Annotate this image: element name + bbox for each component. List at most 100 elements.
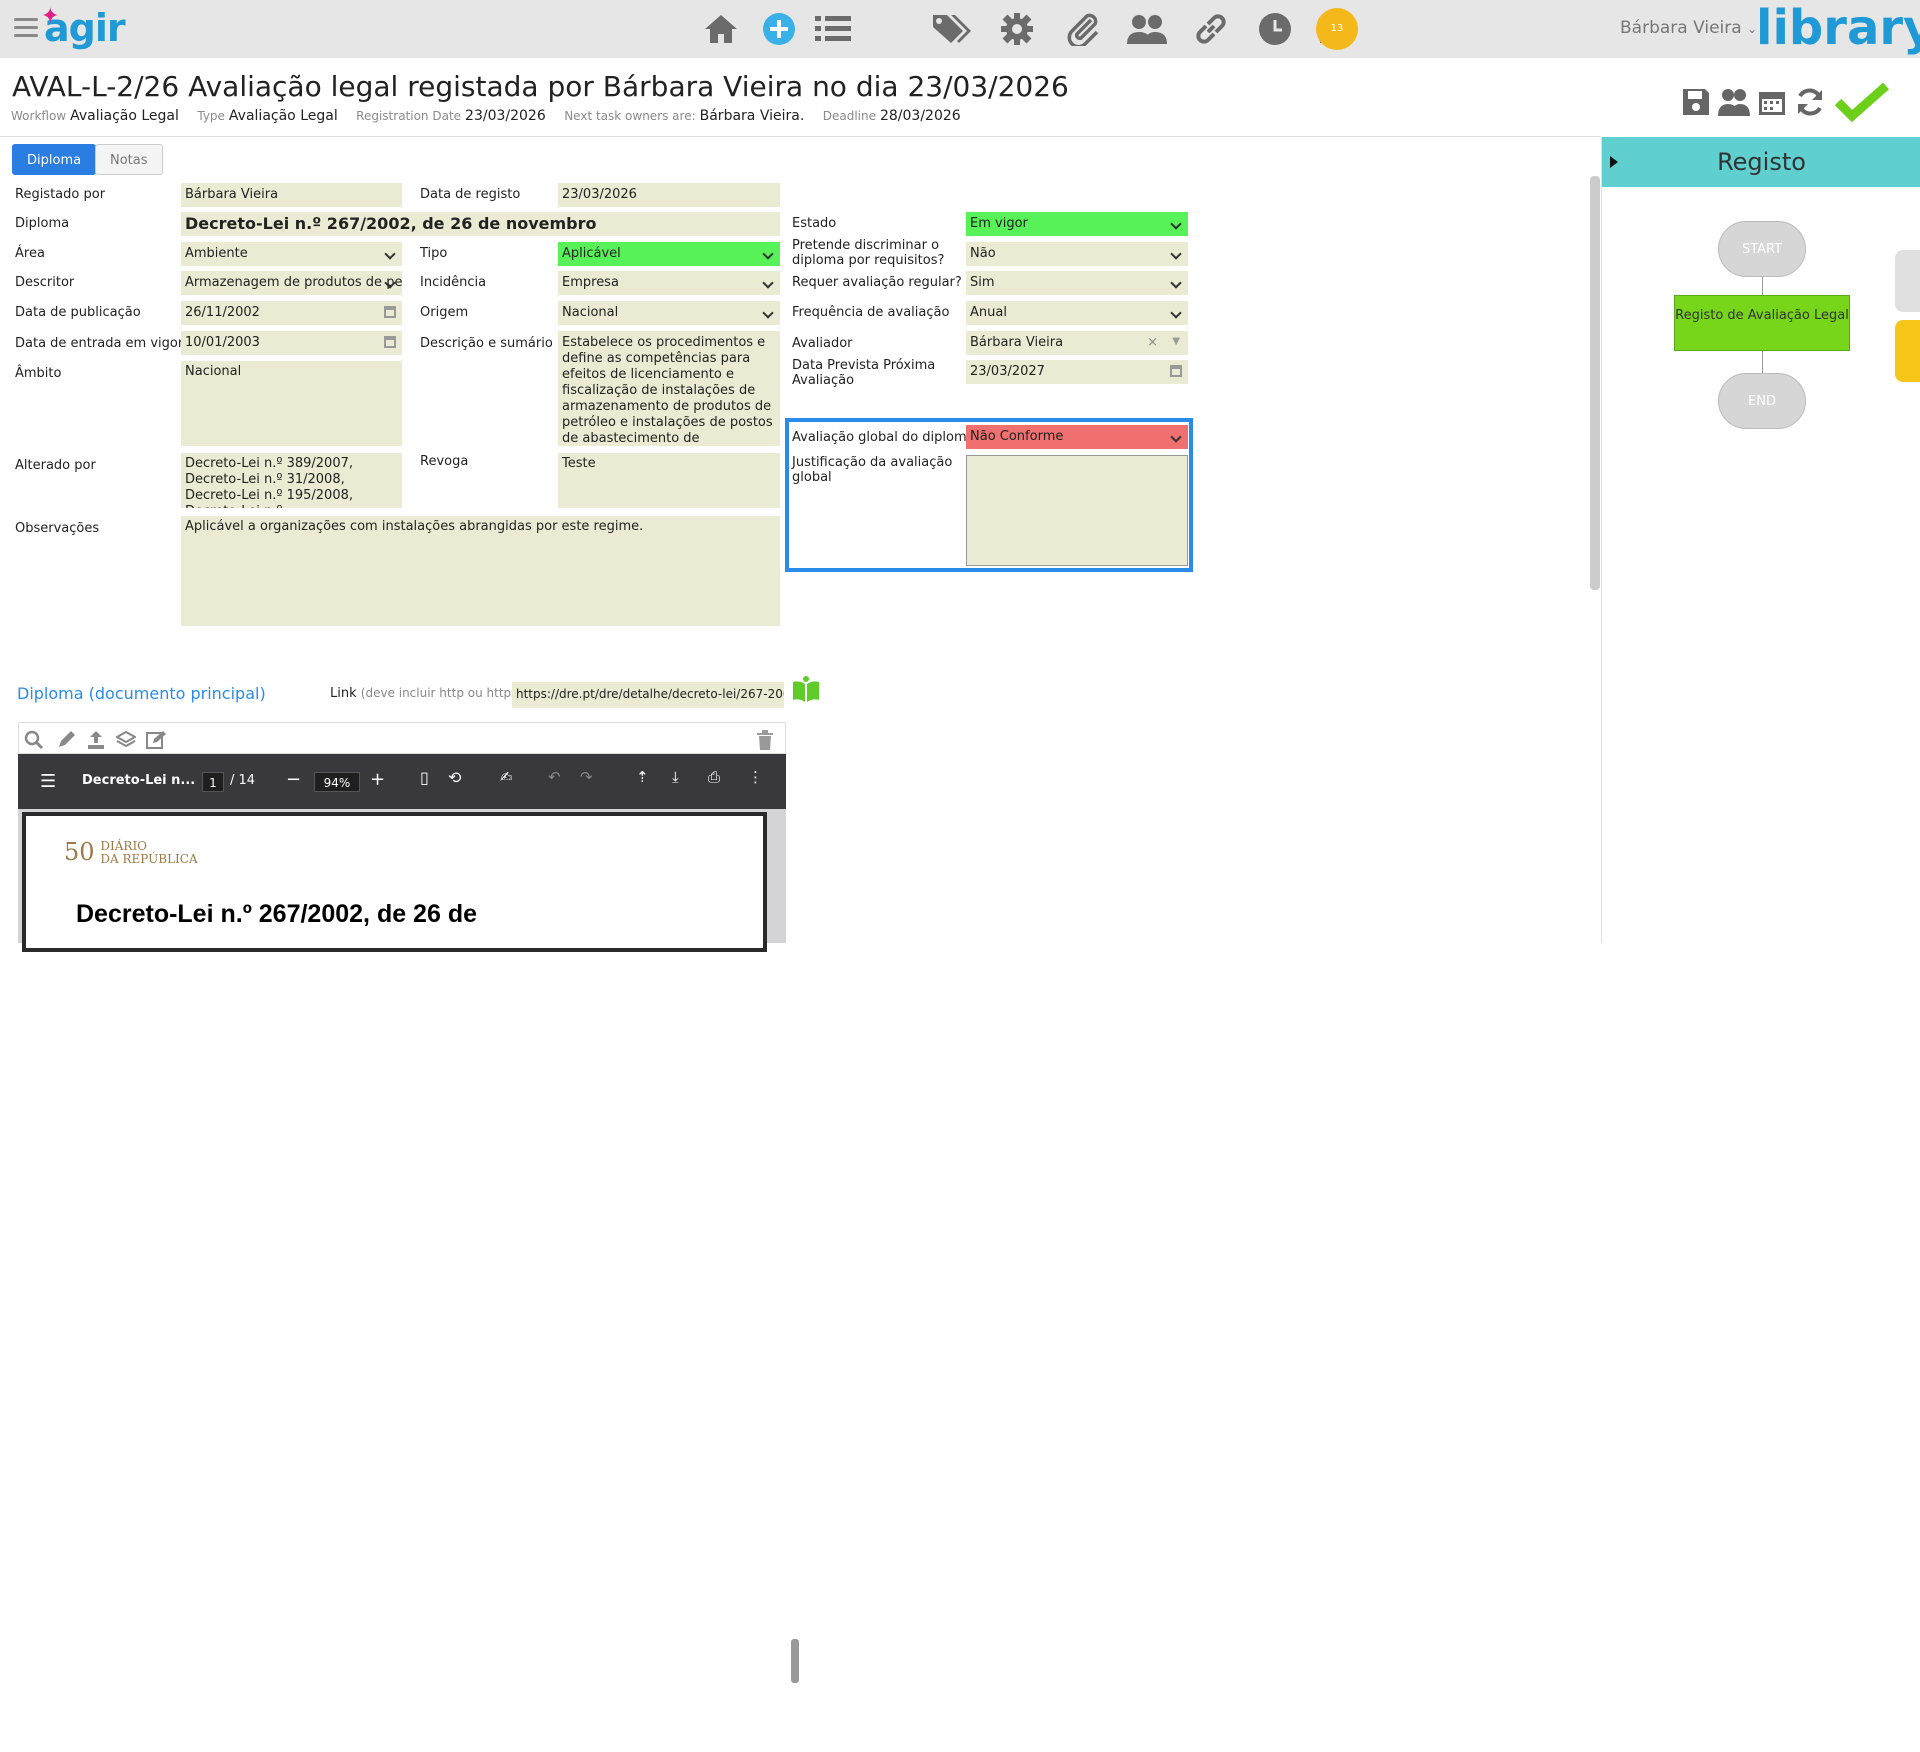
- collapse-triangle-icon[interactable]: [1610, 156, 1618, 168]
- link-input[interactable]: https://dre.pt/dre/detalhe/decreto-lei/2…: [512, 682, 784, 708]
- rotate-icon[interactable]: ⟲: [448, 768, 461, 787]
- calendar-icon[interactable]: [1752, 82, 1792, 122]
- trash-icon[interactable]: [754, 729, 776, 751]
- label-incidencia: Incidência: [420, 275, 487, 290]
- discriminar-select[interactable]: Não: [966, 242, 1188, 266]
- avaliacao-global-select[interactable]: Não Conforme: [966, 425, 1188, 449]
- main-scrollbar[interactable]: [1590, 176, 1600, 590]
- meta-key: Deadline: [822, 109, 876, 123]
- divider: [0, 136, 1600, 137]
- refresh-icon[interactable]: [1790, 82, 1830, 122]
- workflow-panel-title: Registo: [1717, 148, 1806, 176]
- list-icon[interactable]: [812, 8, 854, 50]
- estado-select[interactable]: Em vigor: [966, 212, 1188, 236]
- clear-icon[interactable]: ×: [1147, 334, 1158, 352]
- ambito-textarea[interactable]: Nacional: [181, 361, 402, 446]
- upload-icon[interactable]: [85, 729, 107, 751]
- users-assign-icon[interactable]: [1714, 82, 1754, 122]
- origem-select[interactable]: Nacional: [558, 301, 780, 325]
- label-diploma: Diploma: [15, 216, 70, 231]
- save-drive-icon[interactable]: ⇡: [636, 768, 649, 786]
- diploma-field[interactable]: Decreto-Lei n.º 267/2002, de 26 de novem…: [181, 212, 780, 236]
- annotate-icon[interactable]: ✍: [500, 768, 513, 786]
- user-name: Bárbara Vieira: [1620, 18, 1742, 38]
- zoom-in-icon[interactable]: +: [370, 769, 385, 790]
- more-icon[interactable]: ⋮: [748, 768, 763, 786]
- menu-icon[interactable]: [14, 18, 38, 40]
- open-book-icon[interactable]: [792, 676, 820, 708]
- zoom-out-icon[interactable]: −: [286, 769, 301, 790]
- save-icon[interactable]: [1676, 82, 1716, 122]
- tab-notas[interactable]: Notas: [95, 144, 163, 175]
- pdf-page-input[interactable]: 1: [202, 772, 224, 792]
- download-icon[interactable]: ⤓: [672, 768, 679, 786]
- data-prevista-field[interactable]: 23/03/2027: [966, 360, 1188, 384]
- tipo-select[interactable]: Aplicável: [558, 242, 780, 266]
- gear-icon[interactable]: [996, 8, 1038, 50]
- pdf-title: Decreto-Lei n...: [82, 773, 196, 788]
- notes-tab-icon[interactable]: [1895, 320, 1920, 382]
- workflow-end-node[interactable]: END: [1718, 373, 1806, 429]
- print-icon[interactable]: ⎙: [708, 768, 720, 786]
- caret-down-icon[interactable]: ▼: [1172, 333, 1180, 351]
- clock-icon[interactable]: [1254, 8, 1296, 50]
- justificacao-textarea[interactable]: [966, 455, 1188, 566]
- user-menu[interactable]: Bárbara Vieira ⌄: [1620, 18, 1757, 38]
- label-discriminar: Pretende discriminar o diploma por requi…: [792, 238, 945, 268]
- data-publicacao-field[interactable]: 26/11/2002: [181, 301, 402, 325]
- workflow-panel-header[interactable]: Registo: [1602, 137, 1920, 187]
- complete-check-icon[interactable]: [1832, 82, 1892, 122]
- frequencia-select[interactable]: Anual: [966, 301, 1188, 325]
- data-registo-field[interactable]: 23/03/2026: [558, 183, 780, 207]
- home-icon[interactable]: [700, 8, 742, 50]
- users-icon[interactable]: [1126, 8, 1168, 50]
- link-label: Link (deve incluir http ou https): [330, 686, 522, 701]
- layers-icon[interactable]: [115, 729, 137, 751]
- descricao-textarea[interactable]: Estabelece os procedimentos e define as …: [558, 331, 780, 446]
- plus-icon[interactable]: [758, 8, 800, 50]
- alterado-por-textarea[interactable]: Decreto-Lei n.º 389/2007, Decreto-Lei n.…: [181, 453, 402, 508]
- label-frequencia: Frequência de avaliação: [792, 305, 950, 320]
- workflow-task-node[interactable]: Registo de Avaliação Legal: [1674, 295, 1850, 351]
- label-ambito: Âmbito: [15, 366, 62, 381]
- data-entrada-field[interactable]: 10/01/2003: [181, 331, 402, 355]
- fit-page-icon[interactable]: ▯: [420, 768, 429, 787]
- tab-diploma[interactable]: Diploma: [12, 144, 97, 175]
- calendar-icon[interactable]: [384, 306, 396, 318]
- document-toolbar: [18, 722, 786, 754]
- pencil-icon[interactable]: [55, 729, 77, 751]
- link-icon[interactable]: [1190, 8, 1232, 50]
- calendar-icon[interactable]: [1170, 365, 1182, 377]
- meta-key: Next task owners are:: [564, 109, 696, 123]
- redo-icon[interactable]: ↷: [580, 768, 593, 786]
- area-select[interactable]: Ambiente: [181, 242, 402, 266]
- pdf-scrollbar[interactable]: [789, 1621, 801, 1752]
- comments-tab-icon[interactable]: [1895, 250, 1920, 312]
- undo-icon[interactable]: ↶: [548, 768, 561, 786]
- paperclip-icon[interactable]: [1062, 8, 1104, 50]
- avaliador-select[interactable]: Bárbara Vieira × ▼: [966, 331, 1188, 355]
- pdf-menu-icon[interactable]: ☰: [40, 771, 56, 792]
- label-alterado-por: Alterado por: [15, 458, 96, 473]
- search-icon[interactable]: [23, 729, 45, 751]
- incidencia-select[interactable]: Empresa: [558, 271, 780, 295]
- app-logo[interactable]: ✦ agir: [41, 4, 126, 50]
- pdf-zoom-input[interactable]: 94%: [314, 772, 360, 792]
- revoga-textarea[interactable]: Teste: [558, 453, 780, 508]
- registado-por-field[interactable]: Bárbara Vieira: [181, 183, 402, 207]
- workflow-start-node[interactable]: START: [1718, 221, 1806, 277]
- label-data-entrada: Data de entrada em vigor: [15, 336, 184, 351]
- edit-box-icon[interactable]: [145, 729, 167, 751]
- tags-icon[interactable]: [930, 8, 972, 50]
- descritor-select[interactable]: Armazenagem de produtos de petróleo: [181, 271, 402, 295]
- calendar-icon[interactable]: [384, 336, 396, 348]
- top-bar: ✦ agir 13 Bárbara Vieira ⌄ library: [0, 0, 1920, 58]
- user-check-icon[interactable]: 13: [1316, 8, 1360, 50]
- meta-value: Avaliação Legal: [228, 108, 338, 124]
- meta-value: 23/03/2026: [465, 108, 546, 124]
- observacoes-textarea[interactable]: Aplicável a organizações com instalações…: [181, 516, 780, 626]
- meta-value: Bárbara Vieira.: [699, 108, 805, 124]
- data-publicacao-value: 26/11/2002: [185, 305, 260, 320]
- workflow-edge: [1762, 351, 1763, 373]
- requer-select[interactable]: Sim: [966, 271, 1188, 295]
